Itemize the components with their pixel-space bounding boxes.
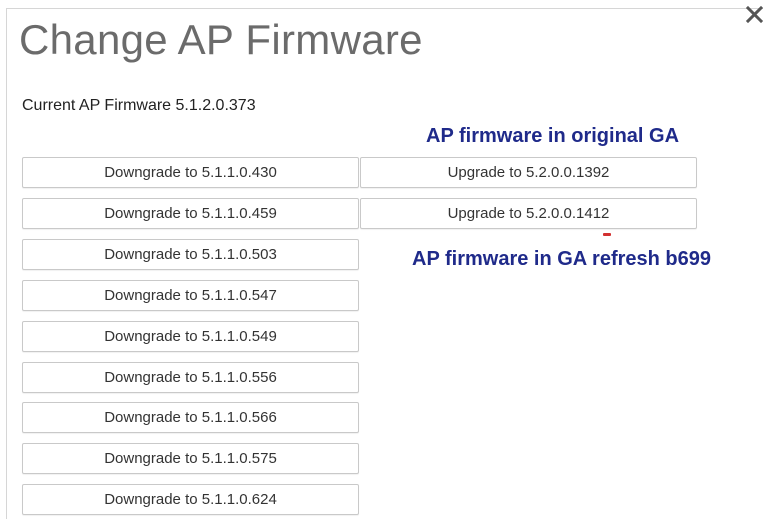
close-icon[interactable]: [744, 2, 763, 26]
downgrade-button-5-1-1-0-556[interactable]: Downgrade to 5.1.1.0.556: [22, 362, 359, 393]
downgrade-button-5-1-1-0-566[interactable]: Downgrade to 5.1.1.0.566: [22, 402, 359, 433]
downgrade-button-5-1-1-0-503[interactable]: Downgrade to 5.1.1.0.503: [22, 239, 359, 270]
upgrade-button-5-2-0-0-1412[interactable]: Upgrade to 5.2.0.0.1412: [360, 198, 697, 229]
downgrade-button-5-1-1-0-549[interactable]: Downgrade to 5.1.1.0.549: [22, 321, 359, 352]
upgrade-button-5-2-0-0-1392[interactable]: Upgrade to 5.2.0.0.1392: [360, 157, 697, 188]
downgrade-button-5-1-1-0-624[interactable]: Downgrade to 5.1.1.0.624: [22, 484, 359, 515]
downgrade-button-5-1-1-0-547[interactable]: Downgrade to 5.1.1.0.547: [22, 280, 359, 311]
current-firmware-label: Current AP Firmware 5.1.2.0.373: [22, 97, 256, 114]
red-marker: [603, 233, 611, 236]
downgrade-button-5-1-1-0-459[interactable]: Downgrade to 5.1.1.0.459: [22, 198, 359, 229]
downgrade-button-5-1-1-0-575[interactable]: Downgrade to 5.1.1.0.575: [22, 443, 359, 474]
dialog-title: Change AP Firmware: [19, 16, 423, 63]
annotation-original-ga: AP firmware in original GA: [426, 125, 680, 147]
downgrade-button-5-1-1-0-430[interactable]: Downgrade to 5.1.1.0.430: [22, 157, 359, 188]
annotation-ga-refresh: AP firmware in GA refresh b699: [412, 248, 712, 270]
